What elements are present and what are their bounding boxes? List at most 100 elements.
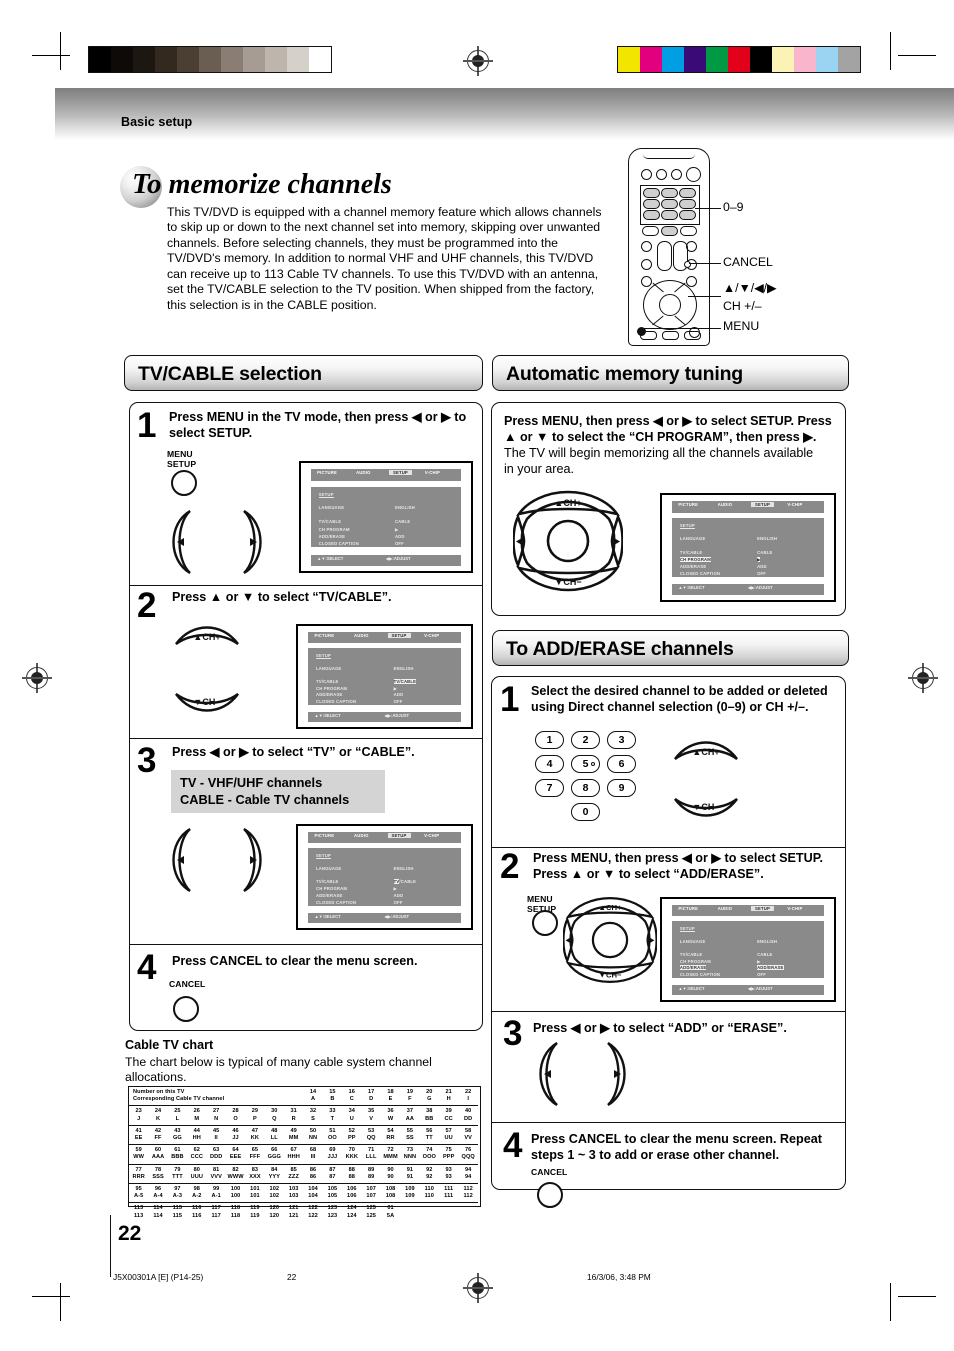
ch-down-key-adderase[interactable]: ▼CH− <box>671 795 741 825</box>
cable-chart-row-label2: Corresponding Cable TV channel <box>129 1096 304 1107</box>
osd-footer-2: ▲▼:SELECT ◀▶:ADJUST <box>308 711 461 722</box>
left-arrow-key-3[interactable] <box>160 826 206 894</box>
color-swatch-0 <box>618 47 640 72</box>
right-arrow-key-1[interactable] <box>228 508 274 576</box>
cable-cell-tv: 112 <box>463 1186 473 1193</box>
step-divider-3 <box>130 944 482 946</box>
menu-setup-button-2[interactable] <box>532 910 558 936</box>
svg-text:▲CH+: ▲CH+ <box>598 903 622 912</box>
cable-cell-tv: 44 <box>193 1127 201 1134</box>
numpad-key-2[interactable]: 2 <box>571 731 600 749</box>
cable-cell-tv: 106 <box>346 1186 357 1193</box>
table-row: 113 114 115 116 117 118 119 120 121 122 123 124 125 0… <box>129 1203 478 1213</box>
cable-cell-tv: 54 <box>387 1127 394 1134</box>
step-number-tvcable-3: 3 <box>137 741 157 780</box>
numpad-key-5[interactable]: 5 <box>571 755 600 773</box>
osd-row-value-chprogram-5: ▶ <box>757 958 761 964</box>
osd-row-label-tvcable-5: TV/CABLE <box>679 951 703 957</box>
cable-cell-tv: 79 <box>174 1166 181 1173</box>
osd-footer-3: ▲▼:SELECT ◀▶:ADJUST <box>308 912 461 923</box>
osd-row-label-chprogram-3: CH PROGRAM <box>315 886 348 892</box>
cancel-button-1[interactable] <box>173 996 199 1022</box>
cable-cell-tv: 115 <box>172 1205 183 1212</box>
cancel-button-2[interactable] <box>537 1182 563 1208</box>
cable-cell-tv: 99 <box>212 1186 220 1193</box>
numpad-key-6[interactable]: 6 <box>607 755 636 773</box>
osd-tab-vchip-1: V-CHIP <box>424 470 441 476</box>
osd-row-label-adderase-4: ADD/ERASE <box>679 563 707 569</box>
gray-swatch-10 <box>309 47 331 72</box>
right-arrow-key-adderase[interactable] <box>592 1040 638 1108</box>
numpad-key-9[interactable]: 9 <box>607 779 636 797</box>
numpad-key-7[interactable]: 7 <box>535 779 564 797</box>
cable-cell-cable: 112 <box>458 1193 478 1204</box>
cable-cell-cable: 89 <box>361 1173 381 1185</box>
footer-doc-id: J5X00301A [E] (P14-25) <box>113 1272 204 1282</box>
cable-cell-cable: UUU <box>187 1173 207 1185</box>
left-arrow-key-1[interactable] <box>160 508 206 576</box>
cable-cell-tv: 103 <box>288 1186 299 1193</box>
numpad-key-8[interactable]: 8 <box>571 779 600 797</box>
cable-cell-cable: XXX <box>245 1173 265 1185</box>
ch-down-key-2[interactable]: ▼CH− <box>172 690 242 720</box>
osd-row-value-chprogram-2: ▶ <box>393 685 398 691</box>
osd-row-value-cc-3: OFF <box>393 899 403 905</box>
osd-menu-title-4: SETUP <box>679 522 695 529</box>
cable-cell-tv: 26 <box>193 1108 201 1115</box>
cable-cell-cable: D <box>361 1096 381 1107</box>
cable-cell-tv: 57 <box>445 1127 452 1134</box>
cable-cell-cable: 113 <box>134 1212 144 1219</box>
numpad-key-4[interactable]: 4 <box>535 755 564 773</box>
cable-cell-cable: 122 <box>308 1212 318 1219</box>
cable-cell-cable: WW <box>129 1154 149 1165</box>
remote-bottom-key-row <box>640 331 701 340</box>
ch-up-key-adderase[interactable]: ▲CH+ <box>671 733 741 763</box>
dpad-cluster-adderase[interactable]: ▲CH+ ▼CH− <box>563 893 657 987</box>
remote-control-illustration <box>628 148 710 346</box>
menu-setup-button-1[interactable] <box>171 470 197 496</box>
table-row: 77 78 79 80 81 82 83 84 85 86 87 88 89 90 91 92 93 94 <box>129 1164 478 1174</box>
cable-cell-tv: 31 <box>290 1108 297 1115</box>
remote-led-3 <box>671 169 682 180</box>
callout-keypad: 0–9 <box>723 200 744 214</box>
cable-cell-cable: 116 <box>192 1212 202 1219</box>
osd-tab-audio-3: AUDIO <box>354 833 369 839</box>
osd-row-label-tvcable-1: TV/CABLE <box>318 519 342 525</box>
cable-cell-cable: 107 <box>361 1193 381 1204</box>
remote-power-button <box>686 167 701 182</box>
numpad-key-1[interactable]: 1 <box>535 731 564 749</box>
osd-row-label-language-2: LANGUAGE <box>315 665 342 671</box>
crop-mark-tl-h <box>32 55 70 57</box>
cable-cell-tv: 104 <box>308 1186 318 1193</box>
svg-text:▲CH+: ▲CH+ <box>193 632 220 642</box>
cable-cell-tv: 43 <box>174 1127 181 1134</box>
callout-line-menu <box>640 328 721 329</box>
cable-cell-tv: 97 <box>174 1186 181 1193</box>
cable-cell-tv: 95 <box>135 1186 142 1193</box>
osd-value-tv-highlight: TV <box>393 879 400 885</box>
remote-bottom-key-3 <box>684 331 701 340</box>
osd-screen-adderase: PICTURE AUDIO SETUP V-CHIP SETUP LANGUAG… <box>660 897 836 1002</box>
cable-cell-tv: 47 <box>251 1127 259 1134</box>
callout-line-keypad <box>695 208 721 209</box>
right-arrow-key-3[interactable] <box>228 826 274 894</box>
remote-indicator-row <box>641 167 701 182</box>
numpad-key-0[interactable]: 0 <box>571 803 600 821</box>
left-arrow-key-adderase[interactable] <box>527 1040 573 1108</box>
cable-cell-tv: 24 <box>154 1108 162 1115</box>
dpad-cluster-autotune[interactable]: ▲CH+ ▼CH− <box>513 488 623 594</box>
intro-paragraph: This TV/DVD is equipped with a channel m… <box>167 205 602 312</box>
step-number-tvcable-4: 4 <box>137 948 157 987</box>
adderase-divider-3 <box>492 1122 845 1124</box>
cable-cell-cable: 103 <box>284 1193 304 1204</box>
ch-up-key-2[interactable]: ▲CH+ <box>172 618 242 648</box>
table-row: A-5 A-4 A-3 A-2 A-1 100 101 102 103 104 105 106 107 1… <box>129 1193 478 1204</box>
osd-row-value-chprogram-1: ▶ <box>394 526 399 532</box>
cable-cell-cable: GG <box>167 1135 188 1146</box>
cable-cell-cable: NNN <box>400 1154 420 1165</box>
osd-footer-adjust-5: ◀▶:ADJUST <box>747 985 773 991</box>
cable-cell-tv: 28 <box>232 1108 239 1115</box>
numpad-key-3[interactable]: 3 <box>607 731 636 749</box>
cable-cell-cable: A-5 <box>129 1193 149 1204</box>
cable-cell-cable: U <box>342 1115 362 1126</box>
